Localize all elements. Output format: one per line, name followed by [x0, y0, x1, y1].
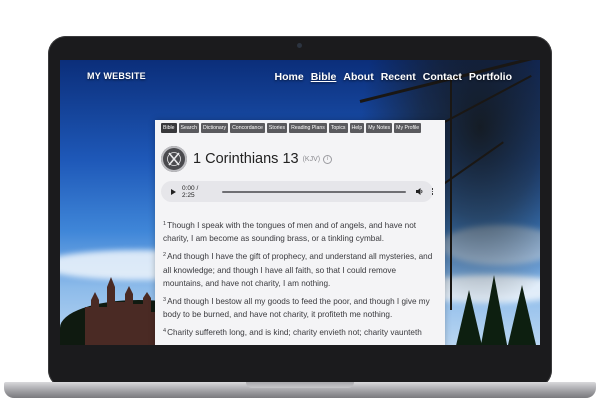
- version-label: (KJV): [302, 155, 321, 163]
- nav-portfolio[interactable]: Portfolio: [469, 71, 512, 83]
- chapter-header: 1 Corinthians 13 (KJV) i: [161, 146, 333, 172]
- castle-silhouette: [85, 277, 160, 345]
- laptop-notch: [246, 382, 354, 388]
- tab-reading-plans[interactable]: Reading Plans: [289, 123, 327, 133]
- verse-text: Charity suffereth long, and is kind; cha…: [167, 328, 422, 338]
- verse-number: 4: [163, 328, 167, 335]
- tree-trunk: [450, 80, 452, 310]
- main-nav: Home Bible About Recent Contact Portfoli…: [275, 71, 512, 83]
- verse-number: 2: [163, 252, 167, 259]
- screen: MY WEBSITE Home Bible About Recent Conta…: [60, 60, 540, 345]
- nav-bible[interactable]: Bible: [311, 71, 337, 83]
- verse-text: Though I speak with the tongues of men a…: [163, 221, 417, 244]
- evergreen-tree: [455, 290, 483, 345]
- tab-bible[interactable]: Bible: [161, 123, 177, 133]
- bible-panel: Bible Search Dictionary Concordance Stor…: [155, 120, 445, 345]
- bible-logo-icon: [161, 146, 187, 172]
- verse: 4Charity suffereth long, and is kind; ch…: [163, 326, 438, 339]
- tab-my-notes[interactable]: My Notes: [366, 123, 393, 133]
- evergreen-tree: [508, 285, 536, 345]
- tab-dictionary[interactable]: Dictionary: [200, 123, 229, 133]
- tab-concordance[interactable]: Concordance: [230, 123, 265, 133]
- audio-player: 0:00 / 2:25: [161, 181, 433, 202]
- verse-number: 3: [163, 297, 167, 304]
- verse-text: And though I bestow all my goods to feed…: [163, 297, 430, 320]
- nav-contact[interactable]: Contact: [423, 71, 462, 83]
- camera-icon: [297, 43, 302, 48]
- nav-recent[interactable]: Recent: [381, 71, 416, 83]
- audio-time: 0:00 / 2:25: [182, 184, 199, 199]
- tab-my-profile[interactable]: My Profile: [394, 123, 422, 133]
- verse: 2And though I have the gift of prophecy,…: [163, 250, 438, 290]
- verse: 3And though I bestow all my goods to fee…: [163, 295, 438, 321]
- verse-text: And though I have the gift of prophecy, …: [163, 252, 433, 288]
- chapter-title: 1 Corinthians 13: [193, 151, 299, 167]
- verse: 1Though I speak with the tongues of men …: [163, 219, 438, 245]
- more-options-icon[interactable]: [431, 188, 433, 195]
- volume-icon[interactable]: [415, 187, 424, 196]
- tab-stories[interactable]: Stories: [266, 123, 288, 133]
- verse-number: 1: [163, 221, 167, 227]
- site-brand[interactable]: MY WEBSITE: [87, 71, 146, 81]
- bible-tabs: Bible Search Dictionary Concordance Stor…: [161, 123, 422, 133]
- tab-topics[interactable]: Topics: [328, 123, 348, 133]
- audio-progress-track[interactable]: [221, 190, 406, 193]
- info-icon[interactable]: i: [323, 154, 333, 164]
- play-icon[interactable]: [171, 188, 176, 195]
- nav-home[interactable]: Home: [275, 71, 304, 83]
- tab-search[interactable]: Search: [178, 123, 199, 133]
- evergreen-tree: [480, 275, 508, 345]
- nav-about[interactable]: About: [343, 71, 373, 83]
- verses: 1Though I speak with the tongues of men …: [163, 219, 438, 345]
- tab-help[interactable]: Help: [349, 123, 365, 133]
